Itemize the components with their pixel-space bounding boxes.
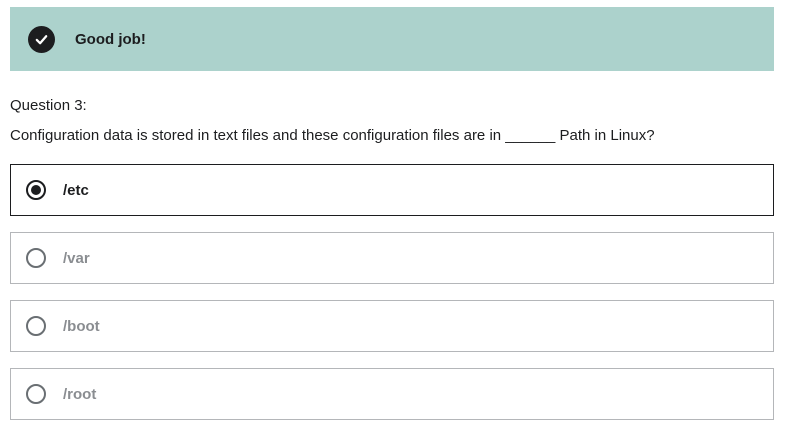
answer-option-var[interactable]: /var: [10, 232, 774, 284]
check-badge: [28, 25, 55, 53]
answer-option-etc[interactable]: /etc: [10, 164, 774, 216]
feedback-text: Good job!: [75, 30, 146, 48]
radio-button[interactable]: [26, 316, 46, 336]
question-number: Question 3:: [10, 97, 87, 114]
answer-option-boot[interactable]: /boot: [10, 300, 774, 352]
answer-label: /root: [63, 385, 97, 403]
radio-button[interactable]: [26, 384, 46, 404]
question-text: Configuration data is stored in text fil…: [10, 127, 655, 144]
radio-button[interactable]: [26, 248, 46, 268]
radio-selected-dot: [31, 185, 41, 195]
answer-option-root[interactable]: /root: [10, 368, 774, 420]
checkmark-icon: [35, 34, 48, 44]
feedback-banner: Good job!: [10, 7, 774, 71]
answer-label: /etc: [63, 181, 89, 199]
radio-button-selected[interactable]: [26, 180, 46, 200]
answer-label: /boot: [63, 317, 100, 335]
answer-label: /var: [63, 249, 90, 267]
